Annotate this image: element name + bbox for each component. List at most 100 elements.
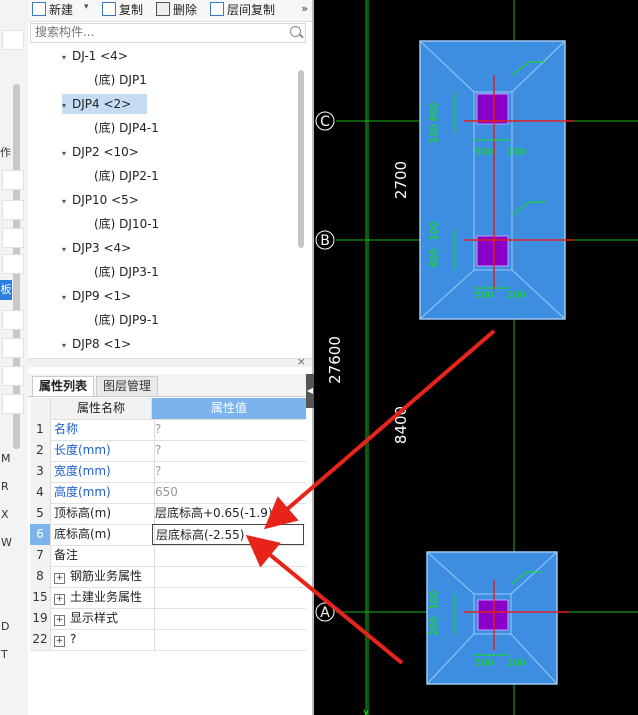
- property-value[interactable]: 650: [152, 482, 309, 503]
- side-label-5: W: [1, 536, 12, 549]
- tree-node-label: (底) DJ10-1: [94, 217, 160, 231]
- side-cell[interactable]: [2, 254, 24, 274]
- property-name: 备注: [51, 545, 155, 566]
- property-value[interactable]: 层底标高+0.65(-1.9): [152, 503, 309, 524]
- side-cell[interactable]: [2, 200, 24, 220]
- tree-node-label: DJP2 <10>: [72, 145, 139, 159]
- tree-child-node[interactable]: (底) DJP1: [94, 70, 147, 90]
- property-value[interactable]: [152, 587, 309, 608]
- copy-icon: [102, 2, 116, 16]
- tree-node[interactable]: ▾ DJP9 <1>: [62, 286, 131, 306]
- search-input[interactable]: [31, 24, 279, 40]
- row-number: 22: [30, 629, 51, 650]
- expand-toggle-icon[interactable]: ▾: [62, 192, 72, 212]
- footing-lower: 100 200 500 200: [426, 551, 569, 685]
- side-cell[interactable]: [2, 338, 24, 358]
- tree-node[interactable]: ▾ DJP2 <10>: [62, 142, 139, 162]
- property-value[interactable]: ?: [152, 461, 309, 482]
- component-search[interactable]: [30, 23, 306, 43]
- svg-text:200: 200: [429, 616, 440, 635]
- layer-copy-icon: [210, 2, 224, 16]
- footing-upper: 600 100 500 200 100 600 500 200: [419, 40, 574, 320]
- property-row[interactable]: 19 + 显示样式: [30, 608, 306, 630]
- expand-toggle-icon[interactable]: ▾: [62, 336, 72, 356]
- svg-text:600: 600: [429, 102, 440, 121]
- side-cell[interactable]: [2, 310, 24, 330]
- property-row[interactable]: 2 长度(mm)?: [30, 440, 306, 462]
- property-row[interactable]: 7 备注: [30, 545, 306, 567]
- row-number: 6: [30, 524, 51, 545]
- property-value[interactable]: ?: [152, 419, 309, 440]
- tree-child-node[interactable]: (底) DJP3-1: [94, 262, 159, 282]
- expand-plus-icon[interactable]: +: [54, 615, 65, 626]
- panel-divider[interactable]: ×: [28, 355, 312, 368]
- property-row[interactable]: 22 +?: [30, 629, 306, 651]
- side-label-1: 作: [0, 146, 11, 159]
- row-number: 1: [30, 419, 51, 440]
- more-tools-icon[interactable]: »: [301, 2, 308, 15]
- property-name: 高度(mm): [51, 482, 155, 503]
- property-value[interactable]: [152, 629, 309, 650]
- side-cell[interactable]: [2, 170, 24, 190]
- side-selected-item[interactable]: 板: [0, 280, 12, 300]
- expand-toggle-icon[interactable]: ▾: [62, 48, 72, 68]
- property-value[interactable]: ?: [152, 440, 309, 461]
- property-row[interactable]: 3 宽度(mm)?: [30, 461, 306, 483]
- side-cell[interactable]: [2, 30, 24, 50]
- tree-node[interactable]: ▾ DJP4 <2>: [62, 94, 148, 116]
- tree-child-node[interactable]: (底) DJP9-1: [94, 310, 159, 330]
- property-grid-header: 属性名称 属性值: [30, 398, 306, 420]
- expand-plus-icon[interactable]: +: [54, 573, 65, 584]
- property-row[interactable]: 8 + 钢筋业务属性: [30, 566, 306, 588]
- property-value[interactable]: [152, 608, 309, 629]
- property-row[interactable]: 6 底标高(m) 层底标高(-2.55): [30, 524, 306, 546]
- expand-toggle-icon[interactable]: ▾: [62, 144, 72, 164]
- delete-button[interactable]: 删除: [156, 2, 197, 19]
- row-number-header: [30, 398, 51, 419]
- tree-node[interactable]: ▾ DJP8 <1>: [62, 334, 131, 354]
- tree-scrollbar[interactable]: [298, 70, 304, 248]
- property-value[interactable]: [152, 545, 309, 566]
- copy-button[interactable]: 复制: [102, 2, 143, 19]
- side-cell[interactable]: [2, 394, 24, 414]
- tree-node-label: (底) DJP1: [94, 73, 147, 87]
- property-name-text: 高度(mm): [54, 485, 111, 499]
- close-icon[interactable]: ×: [297, 355, 306, 368]
- tree-child-node[interactable]: (底) DJ10-1: [94, 214, 159, 234]
- property-value[interactable]: 层底标高(-2.55): [152, 524, 304, 545]
- property-name: 顶标高(m): [51, 503, 155, 524]
- side-label-6: D: [1, 620, 10, 633]
- side-cell[interactable]: [2, 366, 24, 386]
- expand-plus-icon[interactable]: +: [54, 636, 65, 647]
- property-value[interactable]: [152, 566, 309, 587]
- tree-node-label: (底) DJP2-1: [94, 169, 159, 183]
- svg-text:v: v: [363, 707, 369, 715]
- layer-copy-button[interactable]: 层间复制: [210, 2, 275, 19]
- property-row[interactable]: 1 名称?: [30, 419, 306, 441]
- tree-node[interactable]: ▾ DJP10 <5>: [62, 190, 139, 210]
- tree-node-label: (底) DJP3-1: [94, 265, 159, 279]
- collapse-panel-icon[interactable]: ◀: [306, 374, 314, 408]
- expand-plus-icon[interactable]: +: [54, 594, 65, 605]
- new-file-icon: [32, 2, 46, 16]
- tab-property-list[interactable]: 属性列表: [32, 376, 95, 396]
- tree-node[interactable]: ▾ DJ-1 <4>: [62, 46, 128, 66]
- expand-toggle-icon[interactable]: ▾: [62, 96, 72, 116]
- property-row[interactable]: 5 顶标高(m) 层底标高+0.65(-1.9): [30, 503, 306, 525]
- cad-drawing-canvas[interactable]: C B A 2700 27600 8400 600 100 500 200 10…: [314, 0, 638, 715]
- axis-label-b: B: [320, 233, 330, 249]
- property-row[interactable]: 4 高度(mm) 650: [30, 482, 306, 504]
- expand-toggle-icon[interactable]: ▾: [62, 288, 72, 308]
- tree-child-node[interactable]: (底) DJP2-1: [94, 166, 159, 186]
- new-button[interactable]: 新建: [32, 2, 73, 19]
- svg-text:100: 100: [429, 124, 440, 143]
- tree-child-node[interactable]: (底) DJP4-1: [94, 118, 159, 138]
- new-dropdown-icon[interactable]: ▾: [84, 2, 89, 12]
- search-icon[interactable]: [290, 26, 301, 37]
- property-row[interactable]: 15 + 土建业务属性: [30, 587, 306, 609]
- side-cell[interactable]: [2, 228, 24, 248]
- svg-text:200: 200: [506, 658, 525, 669]
- tree-node[interactable]: ▾ DJP3 <4>: [62, 238, 131, 258]
- expand-toggle-icon[interactable]: ▾: [62, 240, 72, 260]
- tab-layer-manager[interactable]: 图层管理: [96, 376, 159, 396]
